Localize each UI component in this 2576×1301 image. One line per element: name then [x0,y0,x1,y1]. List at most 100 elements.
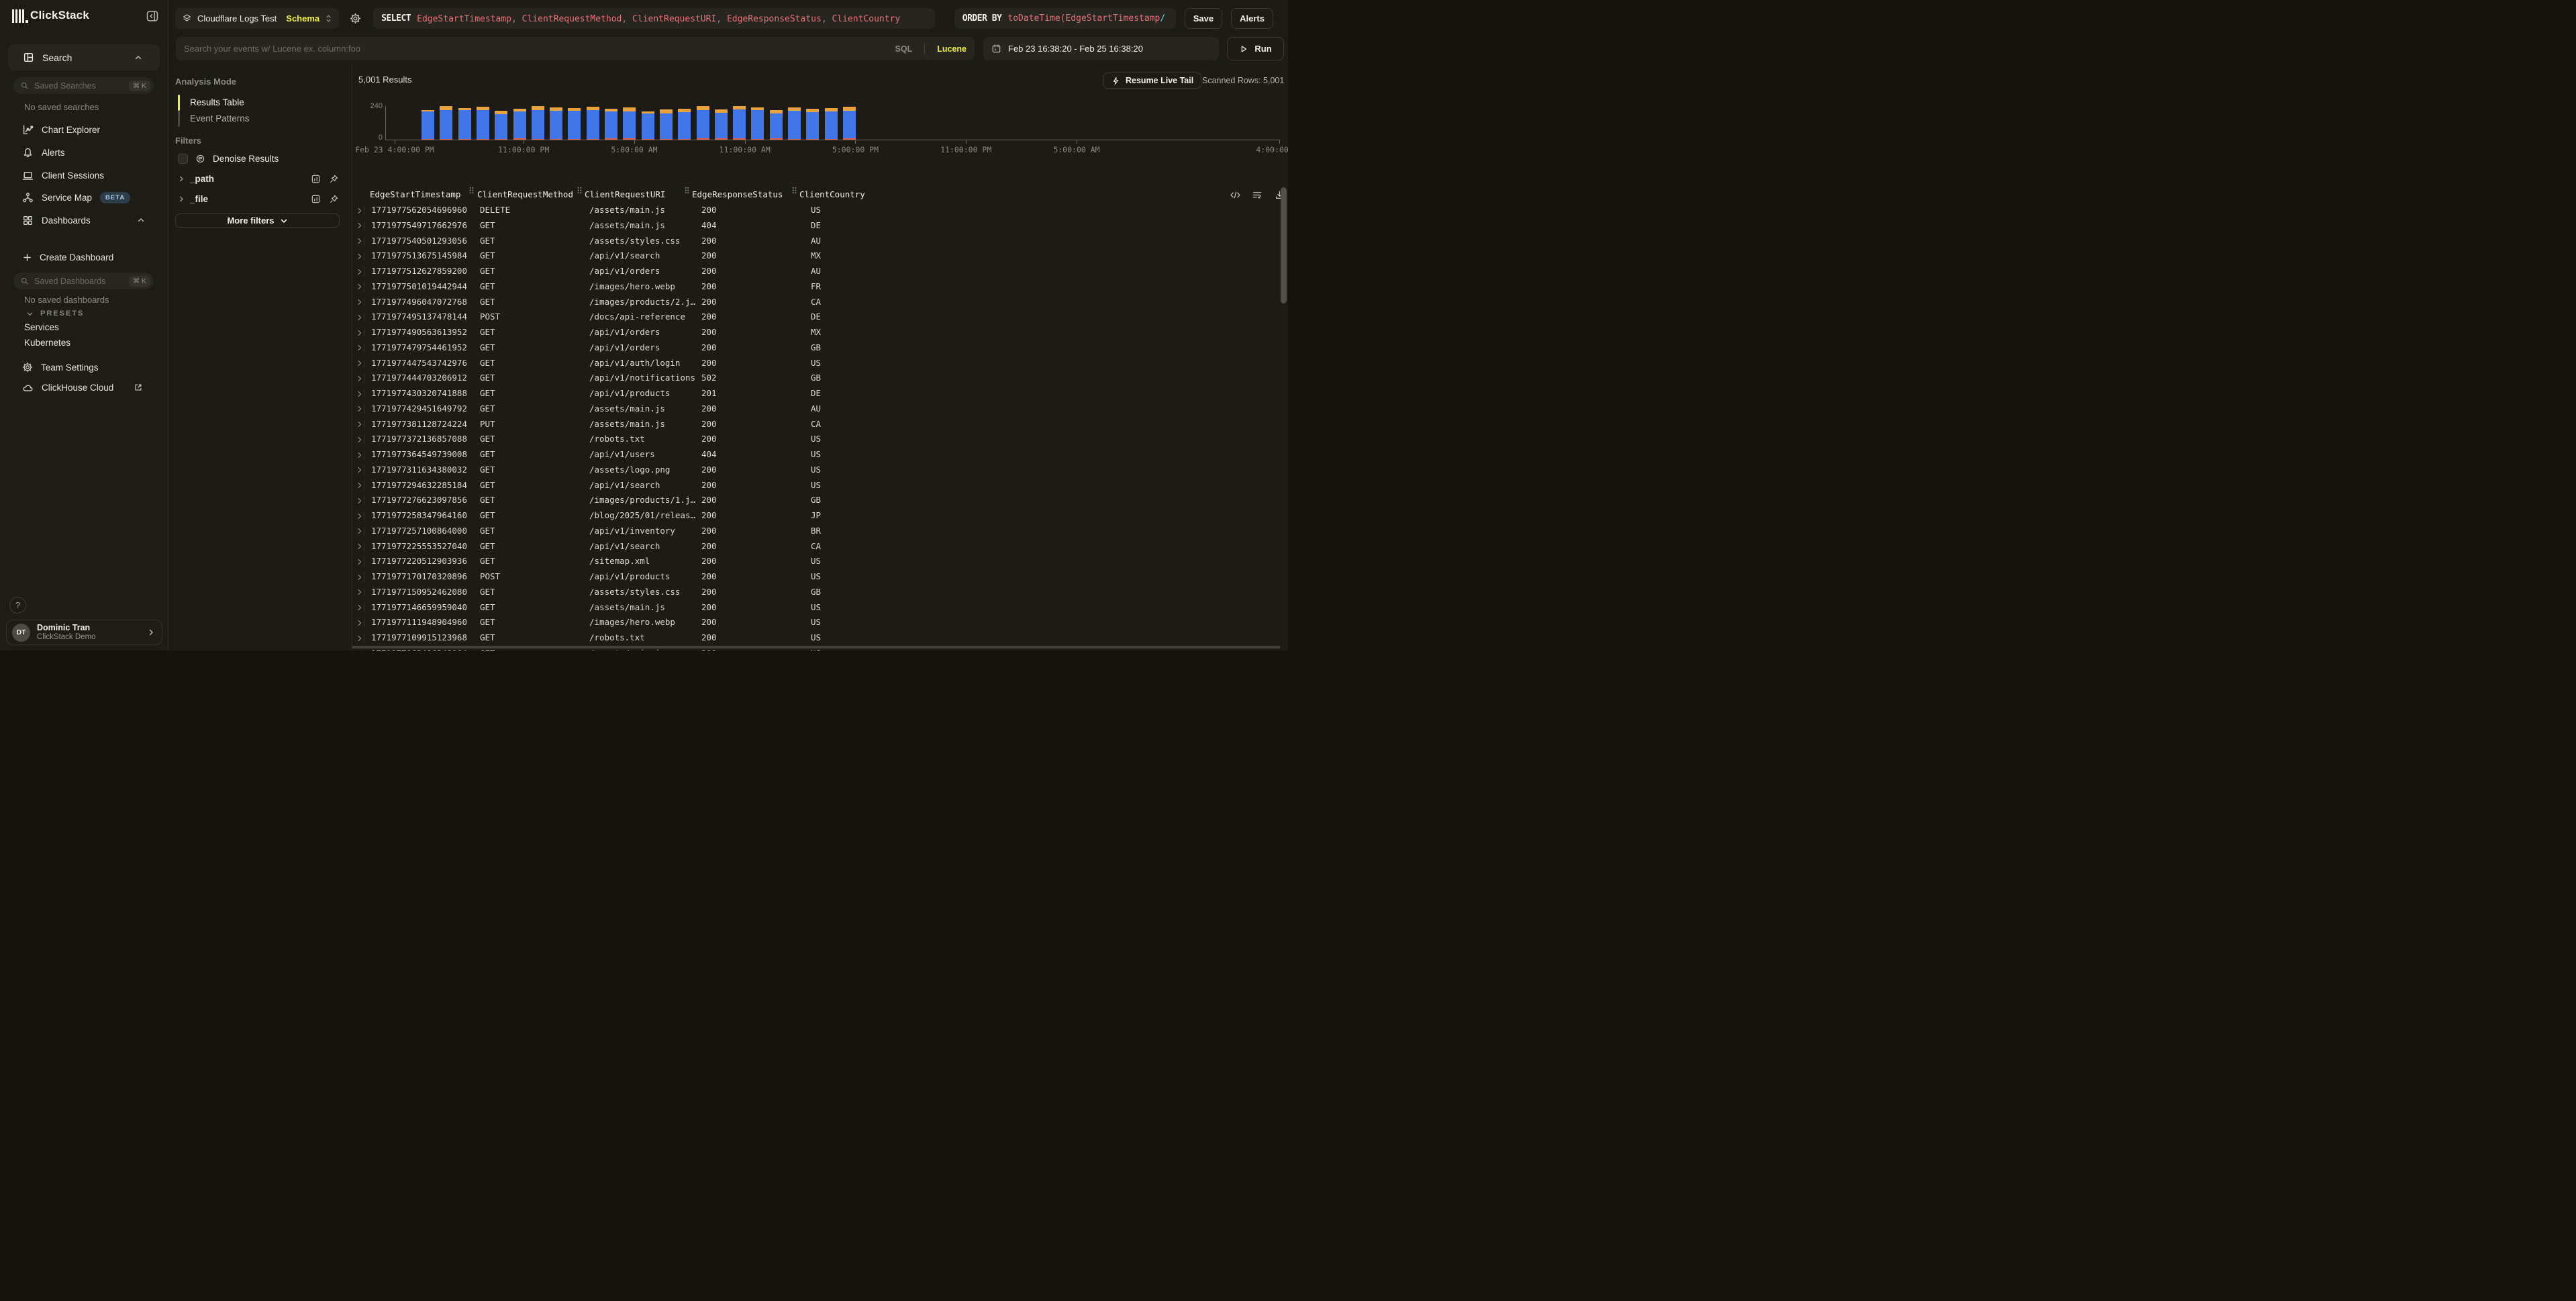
histogram-bar[interactable] [660,109,673,140]
histogram-bar[interactable] [825,108,838,140]
table-row[interactable]: 1771977381128724224PUT/assets/main.js200… [352,417,1271,432]
table-row[interactable]: 1771977540501293056GET/assets/styles.css… [352,234,1271,249]
sidebar-item-chart-explorer[interactable]: Chart Explorer [0,118,168,141]
row-expand-chevron-icon[interactable] [356,498,361,503]
language-toggle-lucene[interactable]: Lucene [937,44,967,54]
table-row[interactable]: 1771977430320741888GET/api/v1/products20… [352,386,1271,401]
source-settings-gear-icon[interactable] [350,13,361,24]
row-expand-chevron-icon[interactable] [356,589,361,595]
histogram-bar[interactable] [751,107,764,140]
row-expand-chevron-icon[interactable] [356,269,361,274]
table-row[interactable]: 1771977444703206912GET/api/v1/notificati… [352,371,1271,386]
select-clause-input[interactable]: SELECT EdgeStartTimestamp, ClientRequest… [373,8,935,29]
column-drag-handle-icon[interactable] [577,187,582,194]
more-filters-button[interactable]: More filters [175,213,340,228]
table-row[interactable]: 1771977220512903936GET/sitemap.xml200US [352,554,1271,569]
resume-live-tail-button[interactable]: Resume Live Tail [1103,73,1201,89]
table-row[interactable]: 1771977501019442944GET/images/hero.webp2… [352,279,1271,295]
histogram-bar[interactable] [788,107,801,140]
row-expand-chevron-icon[interactable] [356,360,361,366]
column-drag-handle-icon[interactable] [469,187,474,194]
histogram-bar[interactable] [587,107,599,140]
column-drag-handle-icon[interactable] [792,187,797,194]
field-chart-icon[interactable] [311,174,321,184]
row-expand-chevron-icon[interactable] [356,238,361,244]
histogram-bar[interactable] [806,109,819,140]
table-row[interactable]: 1771977170170320896POST/api/v1/products2… [352,569,1271,585]
histogram-bar[interactable] [605,109,617,140]
table-row[interactable]: 1771977111948904960GET/images/hero.webp2… [352,615,1271,630]
sidebar-item-dashboards[interactable]: Dashboards [0,209,168,232]
table-row[interactable]: 1771977479754461952GET/api/v1/orders200G… [352,340,1271,356]
table-row[interactable]: 1771977372136857088GET/robots.txt200US [352,432,1271,447]
saved-dashboards-input[interactable]: Saved Dashboards ⌘ K [13,273,154,289]
row-expand-chevron-icon[interactable] [356,223,361,228]
field-pin-icon[interactable] [329,174,339,184]
histogram-bar[interactable] [733,106,746,140]
row-expand-chevron-icon[interactable] [356,559,361,565]
histogram-bar[interactable] [568,108,581,140]
row-expand-chevron-icon[interactable] [356,299,361,305]
sidebar-item-search[interactable]: Search [8,44,160,70]
table-row[interactable]: 1771977225553527040GET/api/v1/search200C… [352,539,1271,555]
column-header-edgeresponsestatus[interactable]: EdgeResponseStatus [692,187,783,203]
row-expand-chevron-icon[interactable] [356,406,361,412]
row-expand-chevron-icon[interactable] [356,315,361,320]
table-row[interactable]: 1771977490563613952GET/api/v1/orders200M… [352,325,1271,340]
column-header-clientrequestmethod[interactable]: ClientRequestMethod [477,187,573,203]
table-row[interactable]: 1771977447543742976GET/api/v1/auth/login… [352,356,1271,371]
sidebar-collapse-icon[interactable] [146,9,159,23]
preset-item-kubernetes[interactable]: Kubernetes [24,338,70,348]
row-expand-chevron-icon[interactable] [356,467,361,473]
alerts-button[interactable]: Alerts [1231,8,1273,29]
row-expand-chevron-icon[interactable] [356,376,361,381]
histogram-bar[interactable] [422,110,434,140]
sidebar-item-client-sessions[interactable]: Client Sessions [0,164,168,187]
table-row[interactable]: 1771977549717662976GET/assets/main.js404… [352,218,1271,234]
column-header-edgestarttimestamp[interactable]: EdgeStartTimestamp [370,187,460,203]
mode-results-table[interactable]: Results Table [190,95,244,111]
row-expand-chevron-icon[interactable] [356,605,361,610]
event-search-input[interactable]: Search your events w/ Lucene ex. column:… [176,37,975,60]
run-button[interactable]: Run [1227,37,1284,60]
create-dashboard-button[interactable]: Create Dashboard [23,250,113,264]
order-by-input[interactable]: ORDER BY toDateTime(EdgeStartTimestamp / [954,8,1176,29]
table-row[interactable]: 1771977109915123968GET/robots.txt200US [352,630,1271,646]
histogram-bar[interactable] [770,110,783,140]
table-row[interactable]: 1771977258347964160GET/blog/2025/01/rele… [352,508,1271,524]
histogram-bar[interactable] [843,107,856,140]
table-row[interactable]: 1771977562054696960DELETE/assets/main.js… [352,203,1271,218]
row-expand-chevron-icon[interactable] [356,330,361,335]
column-header-clientcountry[interactable]: ClientCountry [799,187,865,203]
row-expand-chevron-icon[interactable] [356,620,361,626]
denoise-checkbox[interactable] [178,154,188,164]
row-expand-chevron-icon[interactable] [356,528,361,534]
row-expand-chevron-icon[interactable] [356,635,361,640]
row-expand-chevron-icon[interactable] [356,544,361,549]
table-row[interactable]: 1771977311634380032GET/assets/logo.png20… [352,463,1271,478]
histogram-bar[interactable] [440,106,452,140]
column-drag-handle-icon[interactable] [685,187,689,194]
row-expand-chevron-icon[interactable] [356,574,361,579]
sidebar-item-team-settings[interactable]: Team Settings [22,360,99,375]
row-expand-chevron-icon[interactable] [356,437,361,442]
saved-searches-input[interactable]: Saved Searches ⌘ K [13,77,154,94]
row-expand-chevron-icon[interactable] [356,452,361,457]
row-expand-chevron-icon[interactable] [356,284,361,289]
sidebar-item-clickhouse-cloud[interactable]: ClickHouse Cloud [22,380,168,395]
table-row[interactable]: 1771977294632285184GET/api/v1/search200U… [352,478,1271,493]
row-expand-chevron-icon[interactable] [356,422,361,427]
table-row[interactable]: 1771977257100864000GET/api/v1/inventory2… [352,524,1271,539]
table-row[interactable]: 1771977364549739008GET/api/v1/users404US [352,447,1271,463]
table-row[interactable]: 1771977495137478144POST/docs/api-referen… [352,309,1271,325]
field-chart-icon[interactable] [311,194,321,204]
histogram-bar[interactable] [642,111,654,140]
histogram-bar[interactable] [495,111,507,140]
row-expand-chevron-icon[interactable] [356,391,361,396]
table-row[interactable]: 1771977150952462080GET/assets/styles.css… [352,585,1271,600]
histogram-bar[interactable] [513,109,526,140]
filter-field-file[interactable]: _file [178,193,339,205]
row-expand-chevron-icon[interactable] [356,483,361,488]
row-expand-chevron-icon[interactable] [356,513,361,518]
histogram-bar[interactable] [532,106,544,140]
